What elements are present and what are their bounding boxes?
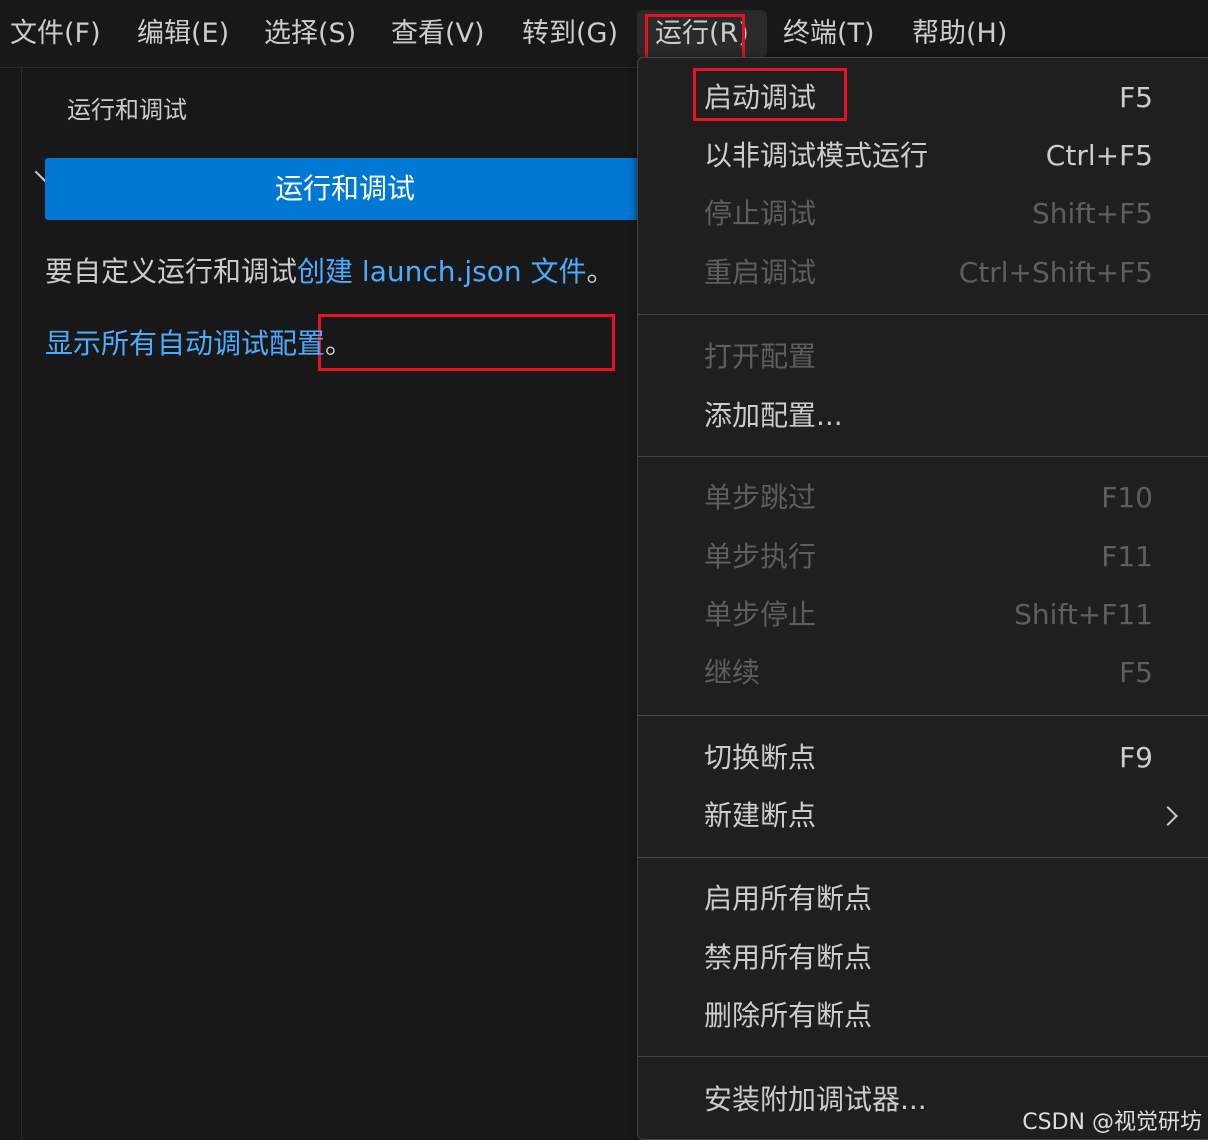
menu-item-label: 继续	[704, 656, 761, 689]
menu-terminal[interactable]: 终端(T)	[783, 10, 875, 58]
menu-item-label: 新建断点	[704, 799, 817, 832]
menu-item-label: 重启调试	[704, 256, 817, 289]
menu-item-shortcut: F5	[1119, 81, 1153, 114]
menu-help[interactable]: 帮助(H)	[912, 10, 1007, 58]
menu-item-label: 单步停止	[704, 598, 817, 631]
show-configs-line: 显示所有自动调试配置。	[45, 322, 353, 362]
menu-item-shortcut: F11	[1101, 540, 1153, 573]
menu-item-restart-debugging: 重启调试 Ctrl+Shift+F5	[638, 248, 1208, 298]
menu-edit[interactable]: 编辑(E)	[137, 10, 229, 58]
desc-prefix: 要自定义运行和调试	[45, 255, 298, 288]
menu-item-step-over: 单步跳过 F10	[638, 473, 1208, 523]
menu-item-stop-debugging: 停止调试 Shift+F5	[638, 189, 1208, 239]
highlight-create-launch-json	[318, 314, 615, 371]
menu-item-shortcut: F10	[1101, 481, 1153, 514]
menu-separator	[638, 456, 1208, 457]
panel-title: 运行和调试	[67, 96, 187, 124]
menu-item-label: 删除所有断点	[704, 999, 873, 1032]
menu-item-label: 添加配置...	[704, 399, 843, 432]
menu-go[interactable]: 转到(G)	[522, 10, 618, 58]
create-launch-json-link[interactable]: 创建 launch.json 文件	[297, 255, 587, 288]
menu-item-toggle-breakpoint[interactable]: 切换断点 F9	[638, 733, 1208, 783]
menu-item-open-configurations: 打开配置	[638, 332, 1208, 382]
menu-view[interactable]: 查看(V)	[391, 10, 485, 58]
run-debug-panel: 运行和调试 运行	[22, 68, 638, 1140]
menu-separator	[638, 857, 1208, 858]
menu-item-label: 以非调试模式运行	[704, 139, 929, 172]
menu-item-disable-all-breakpoints[interactable]: 禁用所有断点	[638, 933, 1208, 983]
menu-item-label: 切换断点	[704, 741, 817, 774]
menu-item-shortcut: Ctrl+Shift+F5	[958, 256, 1153, 289]
menu-item-step-into: 单步执行 F11	[638, 532, 1208, 582]
run-and-debug-button[interactable]: 运行和调试	[45, 158, 695, 220]
menu-item-new-breakpoint[interactable]: 新建断点	[638, 791, 1208, 841]
menu-separator	[638, 314, 1208, 315]
menu-item-enable-all-breakpoints[interactable]: 启用所有断点	[638, 874, 1208, 924]
customize-description: 要自定义运行和调试创建 launch.json 文件。	[45, 250, 615, 290]
highlight-start-debugging	[693, 68, 847, 121]
watermark: CSDN @视觉研坊	[1022, 1110, 1202, 1135]
menu-item-remove-all-breakpoints[interactable]: 删除所有断点	[638, 991, 1208, 1041]
show-suffix: 。	[325, 327, 354, 360]
show-auto-debug-configs-link[interactable]: 显示所有自动调试配置	[45, 327, 325, 360]
menu-item-shortcut: Shift+F5	[1031, 197, 1153, 230]
run-dropdown-menu: 启动调试 F5 以非调试模式运行 Ctrl+F5 停止调试 Shift+F5 重…	[637, 57, 1208, 1140]
menu-file[interactable]: 文件(F)	[10, 10, 101, 58]
menu-item-label: 停止调试	[704, 197, 817, 230]
menu-item-label: 禁用所有断点	[704, 941, 873, 974]
menu-item-shortcut: F5	[1119, 656, 1153, 689]
chevron-right-icon	[1158, 806, 1178, 826]
menu-item-shortcut: Shift+F11	[1014, 598, 1153, 631]
menu-selection[interactable]: 选择(S)	[264, 10, 356, 58]
menu-item-run-without-debugging[interactable]: 以非调试模式运行 Ctrl+F5	[638, 131, 1208, 181]
menu-item-shortcut: F9	[1119, 741, 1153, 774]
menu-item-label: 打开配置	[704, 340, 817, 373]
menu-item-add-configuration[interactable]: 添加配置...	[638, 391, 1208, 441]
menu-item-step-out: 单步停止 Shift+F11	[638, 590, 1208, 640]
activity-bar-edge	[0, 68, 22, 1140]
run-and-debug-label: 运行和调试	[274, 172, 415, 205]
menu-separator	[638, 715, 1208, 716]
menu-separator	[638, 1056, 1208, 1057]
menu-item-label: 启用所有断点	[704, 882, 873, 915]
desc-suffix: 。	[586, 255, 615, 288]
menu-item-label: 单步跳过	[704, 481, 817, 514]
menu-item-shortcut: Ctrl+F5	[1045, 139, 1153, 172]
menu-item-label: 安装附加调试器...	[704, 1083, 927, 1116]
menu-item-label: 单步执行	[704, 540, 817, 573]
menu-item-continue: 继续 F5	[638, 648, 1208, 698]
highlight-run-menu	[645, 14, 745, 62]
